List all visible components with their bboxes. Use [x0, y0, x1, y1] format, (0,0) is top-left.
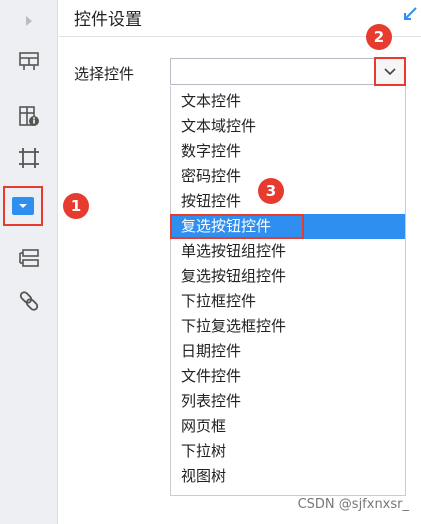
dropdown-toggle-button[interactable]	[374, 57, 406, 86]
option-checkbox-control[interactable]: 复选按钮控件	[171, 214, 405, 239]
option-file-control[interactable]: 文件控件	[171, 364, 405, 389]
control-widget-icon[interactable]	[3, 186, 43, 226]
option-password-control[interactable]: 密码控件	[171, 164, 405, 189]
option-view-tree[interactable]: 视图树	[171, 464, 405, 489]
option-checkbox-label: 复选按钮控件	[181, 217, 272, 235]
option-webframe[interactable]: 网页框	[171, 414, 405, 439]
step-badge-3: 3	[258, 178, 284, 204]
option-date-control[interactable]: 日期控件	[171, 339, 405, 364]
select-control-label: 选择控件	[74, 65, 135, 83]
left-toolbar	[0, 0, 58, 524]
option-dropdown-tree[interactable]: 下拉树	[171, 439, 405, 464]
option-text-control[interactable]: 文本控件	[171, 89, 405, 114]
panel-title: 控件设置	[74, 10, 142, 30]
option-textarea-control[interactable]: 文本域控件	[171, 114, 405, 139]
option-combobox-control[interactable]: 下拉框控件	[171, 289, 405, 314]
collapse-arrow-icon[interactable]	[14, 6, 44, 36]
option-radio-group-control[interactable]: 单选按钮组控件	[171, 239, 405, 264]
option-list-control[interactable]: 列表控件	[171, 389, 405, 414]
chevron-down-icon	[384, 67, 396, 75]
option-button-control[interactable]: 按钮控件	[171, 189, 405, 214]
active-indicator	[12, 197, 34, 215]
resize-arrow-icon[interactable]	[402, 6, 418, 26]
step-badge-1: 1	[63, 193, 89, 219]
crop-frame-icon[interactable]	[14, 143, 44, 173]
option-checkbox-group-control[interactable]: 复选按钮组控件	[171, 264, 405, 289]
watermark: CSDN @sjfxnxsr_	[297, 497, 409, 512]
dropdown-list: 文本控件 文本域控件 数字控件 密码控件 按钮控件 复选按钮控件 单选按钮组控件…	[170, 86, 406, 496]
layer-stack-icon[interactable]	[14, 243, 44, 273]
option-number-control[interactable]: 数字控件	[171, 139, 405, 164]
option-multi-combobox-control[interactable]: 下拉复选框控件	[171, 314, 405, 339]
step-badge-2: 2	[366, 24, 392, 50]
control-type-select[interactable]	[170, 58, 406, 85]
layout-grid-icon[interactable]	[14, 46, 44, 76]
link-icon[interactable]	[14, 286, 44, 316]
widget-info-icon[interactable]	[14, 101, 44, 131]
